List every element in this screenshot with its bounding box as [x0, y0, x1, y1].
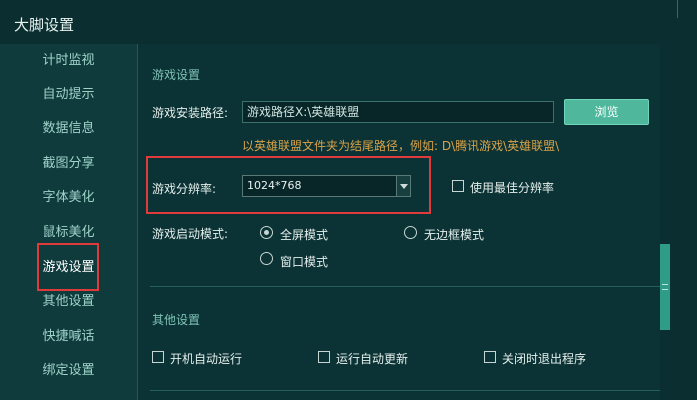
- highlight-resolution-row: [146, 156, 431, 214]
- window-corner: [677, 0, 697, 18]
- sidebar-item-binding-settings[interactable]: 绑定设置: [0, 354, 137, 388]
- install-path-hint: 以英雄联盟文件夹为结尾路径，例如: D\腾讯游戏\英雄联盟\: [242, 139, 560, 153]
- sidebar-item-quick-chat[interactable]: 快捷喊话: [0, 320, 137, 354]
- grip-icon: [662, 284, 668, 290]
- sidebar-item-auto-hint[interactable]: 自动提示: [0, 78, 137, 112]
- windowed-radio[interactable]: [260, 252, 273, 265]
- game-settings-section-title: 游戏设置: [152, 68, 201, 82]
- other-settings-section-title: 其他设置: [152, 313, 201, 327]
- scrollbar-track[interactable]: [660, 44, 670, 400]
- browse-button[interactable]: 浏览: [564, 99, 649, 125]
- window-title: 大脚设置: [14, 16, 75, 34]
- best-resolution-checkbox[interactable]: [452, 180, 464, 192]
- highlight-game-settings-tab: [37, 243, 99, 291]
- exit-on-close-checkbox[interactable]: [484, 351, 496, 363]
- title-bar: 大脚设置: [0, 0, 697, 44]
- best-resolution-label: 使用最佳分辨率: [470, 181, 555, 195]
- fullscreen-radio[interactable]: [260, 226, 273, 239]
- auto-update-checkbox[interactable]: [318, 351, 330, 363]
- install-path-input[interactable]: 游戏路径X:\英雄联盟: [242, 101, 554, 123]
- auto-start-checkbox[interactable]: [152, 351, 164, 363]
- sidebar-item-timer[interactable]: 计时监视: [0, 44, 137, 78]
- fullscreen-label: 全屏模式: [280, 228, 329, 242]
- sidebar-item-font-style[interactable]: 字体美化: [0, 181, 137, 215]
- borderless-radio[interactable]: [404, 226, 417, 239]
- settings-window: 大脚设置 计时监视 自动提示 数据信息 截图分享 字体美化 鼠标美化 游戏设置 …: [0, 0, 697, 400]
- install-path-label: 游戏安装路径:: [152, 106, 229, 120]
- launch-mode-label: 游戏启动模式:: [152, 227, 229, 241]
- exit-on-close-label: 关闭时退出程序: [502, 352, 587, 366]
- sidebar-item-data-info[interactable]: 数据信息: [0, 112, 137, 146]
- game-settings-panel: 游戏设置 游戏安装路径: 游戏路径X:\英雄联盟 浏览 以英雄联盟文件夹为结尾路…: [137, 44, 670, 400]
- sidebar-item-screenshot-share[interactable]: 截图分享: [0, 147, 137, 181]
- windowed-label: 窗口模式: [280, 255, 329, 269]
- auto-start-label: 开机自动运行: [170, 352, 243, 366]
- section-divider: [150, 286, 660, 287]
- auto-update-label: 运行自动更新: [336, 352, 409, 366]
- borderless-label: 无边框模式: [424, 228, 485, 242]
- section-divider-bottom: [150, 390, 660, 391]
- settings-sidebar: 计时监视 自动提示 数据信息 截图分享 字体美化 鼠标美化 游戏设置 其他设置 …: [0, 44, 137, 400]
- window-right-edge: [670, 44, 697, 400]
